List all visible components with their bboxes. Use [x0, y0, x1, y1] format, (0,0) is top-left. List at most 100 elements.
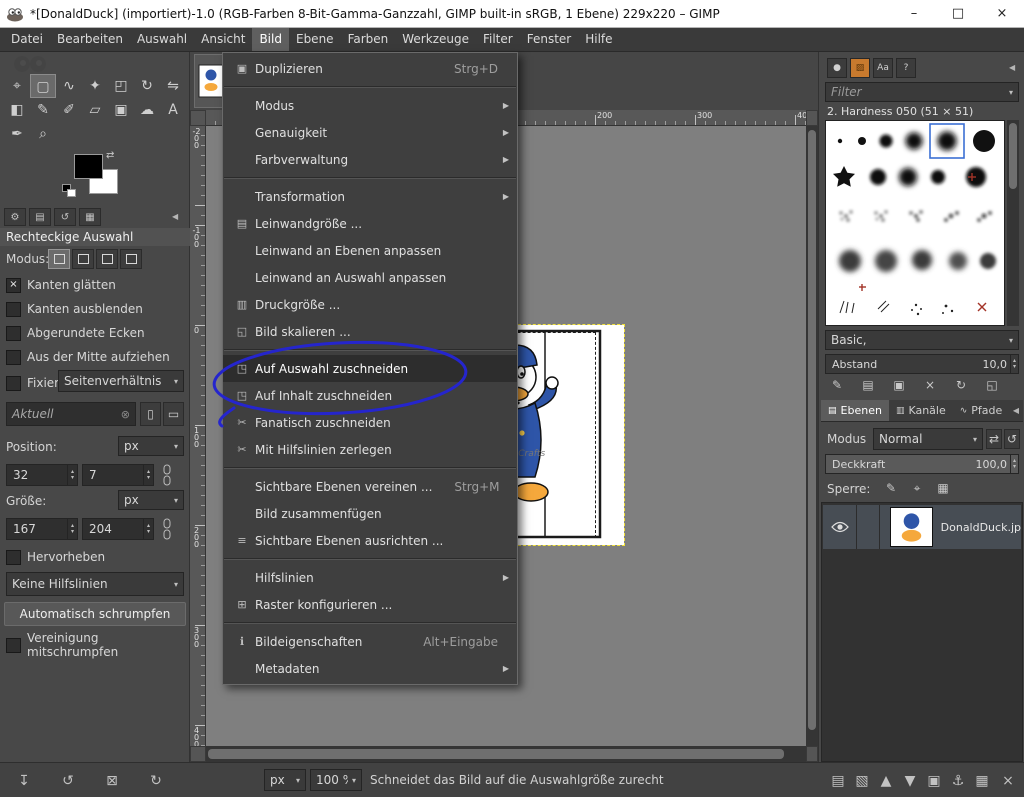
- new-layer-button[interactable]: ▤: [828, 771, 848, 791]
- clone-tool-button[interactable]: ▣: [108, 98, 134, 122]
- landscape-orientation-button[interactable]: ▭: [163, 402, 184, 426]
- menu-item-farbverwaltung[interactable]: Farbverwaltung ▶: [223, 146, 517, 173]
- opacity-slider[interactable]: Deckkraft 100,0 ▴▾: [825, 454, 1019, 474]
- menu-item-duplizieren[interactable]: ▣ Duplizieren Strg+D: [223, 55, 517, 82]
- layer-name[interactable]: DonaldDuck.jp: [941, 521, 1021, 534]
- smudge-tool-button[interactable]: ☁: [134, 98, 160, 122]
- lock-alpha-button[interactable]: ▦: [933, 478, 953, 498]
- menu-item-bildeigenschaften[interactable]: ℹ Bildeigenschaften Alt+Eingabe: [223, 628, 517, 655]
- edit-brush-button[interactable]: ✎: [827, 376, 847, 394]
- checkbox-expand-from-center[interactable]: Aus der Mitte aufziehen: [6, 348, 170, 366]
- size-unit-select[interactable]: px ▾: [118, 490, 184, 510]
- patterns-tab-icon[interactable]: ▨: [850, 58, 870, 78]
- size-height-field[interactable]: 204 ▴▾: [82, 518, 154, 540]
- menubar-item-datei[interactable]: Datei: [4, 28, 50, 51]
- fonts-tab-icon[interactable]: Aa: [873, 58, 893, 78]
- new-brush-button[interactable]: ▤: [858, 376, 878, 394]
- minimize-button[interactable]: –: [892, 0, 936, 27]
- lock-pixels-button[interactable]: ✎: [881, 478, 901, 498]
- size-width-field[interactable]: 167 ▴▾: [6, 518, 78, 540]
- checkbox-highlight[interactable]: Hervorheben: [6, 548, 105, 566]
- ink-tool-button[interactable]: ✒: [4, 122, 30, 146]
- menubar-item-werkzeuge[interactable]: Werkzeuge: [395, 28, 476, 51]
- menu-item-druckgroesse[interactable]: ▥ Druckgröße ...: [223, 291, 517, 318]
- spin-arrows[interactable]: ▴▾: [67, 465, 77, 485]
- menubar-item-hilfe[interactable]: Hilfe: [578, 28, 619, 51]
- canvas-vertical-scrollbar[interactable]: [806, 126, 818, 746]
- close-button[interactable]: ×: [980, 0, 1024, 27]
- menubar-item-ansicht[interactable]: Ansicht: [194, 28, 252, 51]
- fixed-ratio-select[interactable]: Seitenverhältnis ▾: [58, 370, 184, 392]
- menubar-item-fenster[interactable]: Fenster: [520, 28, 579, 51]
- layer-visibility-toggle[interactable]: [823, 505, 857, 549]
- menu-item-fanatisch-zuschneiden[interactable]: ✂ Fanatisch zuschneiden: [223, 409, 517, 436]
- maximize-button[interactable]: □: [936, 0, 980, 27]
- menu-item-modus[interactable]: Modus ▶: [223, 92, 517, 119]
- spin-arrows[interactable]: ▴▾: [143, 519, 153, 539]
- brush-filter-input[interactable]: Filter ▾: [825, 82, 1019, 102]
- delete-layer-button[interactable]: ×: [998, 771, 1018, 791]
- new-layer-group-button[interactable]: ▧: [852, 771, 872, 791]
- delete-tool-preset-button[interactable]: ⊠: [102, 771, 122, 791]
- dock-collapse-icon[interactable]: ◀: [1013, 406, 1023, 415]
- menubar-item-farben[interactable]: Farben: [341, 28, 396, 51]
- brushes-tab-icon[interactable]: ●: [827, 58, 847, 78]
- menu-item-bild-skalieren[interactable]: ◱ Bild skalieren ...: [223, 318, 517, 345]
- brush-grid[interactable]: [825, 120, 1005, 326]
- layer-link-toggle[interactable]: [857, 505, 879, 549]
- duplicate-brush-button[interactable]: ▣: [889, 376, 909, 394]
- mode-intersect-button[interactable]: [120, 249, 142, 269]
- menubar-item-bearbeiten[interactable]: Bearbeiten: [50, 28, 130, 51]
- free-select-tool-button[interactable]: ∿: [56, 74, 82, 98]
- images-tab-icon[interactable]: ▦: [79, 208, 101, 226]
- menu-item-sichtbare-ebenen-ausrichten[interactable]: ≡ Sichtbare Ebenen ausrichten ...: [223, 527, 517, 554]
- dock-collapse-icon[interactable]: ◀: [172, 212, 178, 221]
- menu-item-metadaten[interactable]: Metadaten ▶: [223, 655, 517, 682]
- tool-options-tab-icon[interactable]: ⚙: [4, 208, 26, 226]
- lower-layer-button[interactable]: ▼: [900, 771, 920, 791]
- position-y-field[interactable]: 7 ▴▾: [82, 464, 154, 486]
- mode-replace-button[interactable]: [48, 249, 70, 269]
- brush-spacing-slider[interactable]: Abstand 10,0 ▴▾: [825, 354, 1019, 374]
- position-x-field[interactable]: 32 ▴▾: [6, 464, 78, 486]
- menu-item-leinwand-an-auswahl[interactable]: Leinwand an Auswahl anpassen: [223, 264, 517, 291]
- checkbox-shrink-merged[interactable]: Vereinigung mitschrumpfen: [6, 636, 189, 654]
- menubar-item-bild[interactable]: Bild: [252, 28, 289, 51]
- menu-item-genauigkeit[interactable]: Genauigkeit ▶: [223, 119, 517, 146]
- menu-item-bild-zusammenfuegen[interactable]: Bild zusammenfügen: [223, 500, 517, 527]
- menu-item-auf-inhalt-zuschneiden[interactable]: ◳ Auf Inhalt zuschneiden: [223, 382, 517, 409]
- menu-item-hilfslinien[interactable]: Hilfslinien ▶: [223, 564, 517, 591]
- reset-tool-options-button[interactable]: ↻: [146, 771, 166, 791]
- zoom-tool-button[interactable]: ⌕: [30, 122, 56, 146]
- quick-mask-toggle[interactable]: [190, 746, 206, 762]
- position-chain-icon[interactable]: [162, 464, 172, 489]
- spin-arrows[interactable]: ▴▾: [1010, 355, 1018, 373]
- raise-layer-button[interactable]: ▲: [876, 771, 896, 791]
- canvas-menu-button[interactable]: [806, 110, 818, 126]
- swap-colors-icon[interactable]: ⇄: [106, 150, 114, 161]
- refresh-brushes-button[interactable]: ↻: [951, 376, 971, 394]
- ruler-corner-button[interactable]: [190, 110, 206, 126]
- tab-pfade[interactable]: ∿ Pfade: [953, 400, 1010, 421]
- open-brush-button[interactable]: ◱: [982, 376, 1002, 394]
- menu-item-leinwand-an-ebenen[interactable]: Leinwand an Ebenen anpassen: [223, 237, 517, 264]
- tab-ebenen[interactable]: ▤ Ebenen: [821, 400, 889, 421]
- spin-arrows[interactable]: ▴▾: [1010, 455, 1018, 473]
- menubar-item-auswahl[interactable]: Auswahl: [130, 28, 194, 51]
- brush-grid-scrollbar[interactable]: [1007, 120, 1019, 326]
- save-tool-preset-button[interactable]: ↧: [14, 771, 34, 791]
- dock-collapse-icon[interactable]: ◀: [1009, 63, 1015, 72]
- navigation-button[interactable]: [806, 746, 818, 762]
- blend-space-button[interactable]: ⇄: [986, 429, 1002, 449]
- clear-entry-icon[interactable]: ⊗: [121, 408, 130, 421]
- lock-position-button[interactable]: ⌖: [907, 478, 927, 498]
- checkbox-rounded-corners[interactable]: Abgerundete Ecken: [6, 324, 145, 342]
- menubar-item-ebene[interactable]: Ebene: [289, 28, 341, 51]
- size-chain-icon[interactable]: [162, 518, 172, 543]
- auto-shrink-button[interactable]: Automatisch schrumpfen: [4, 602, 186, 626]
- bucket-fill-tool-button[interactable]: ◧: [4, 98, 30, 122]
- menu-item-sichtbare-ebenen-vereinen[interactable]: Sichtbare Ebenen vereinen ... Strg+M: [223, 473, 517, 500]
- statusbar-unit-select[interactable]: px ▾: [264, 769, 306, 791]
- layer-mode-select[interactable]: Normal ▾: [873, 428, 983, 450]
- portrait-orientation-button[interactable]: ▯: [140, 402, 161, 426]
